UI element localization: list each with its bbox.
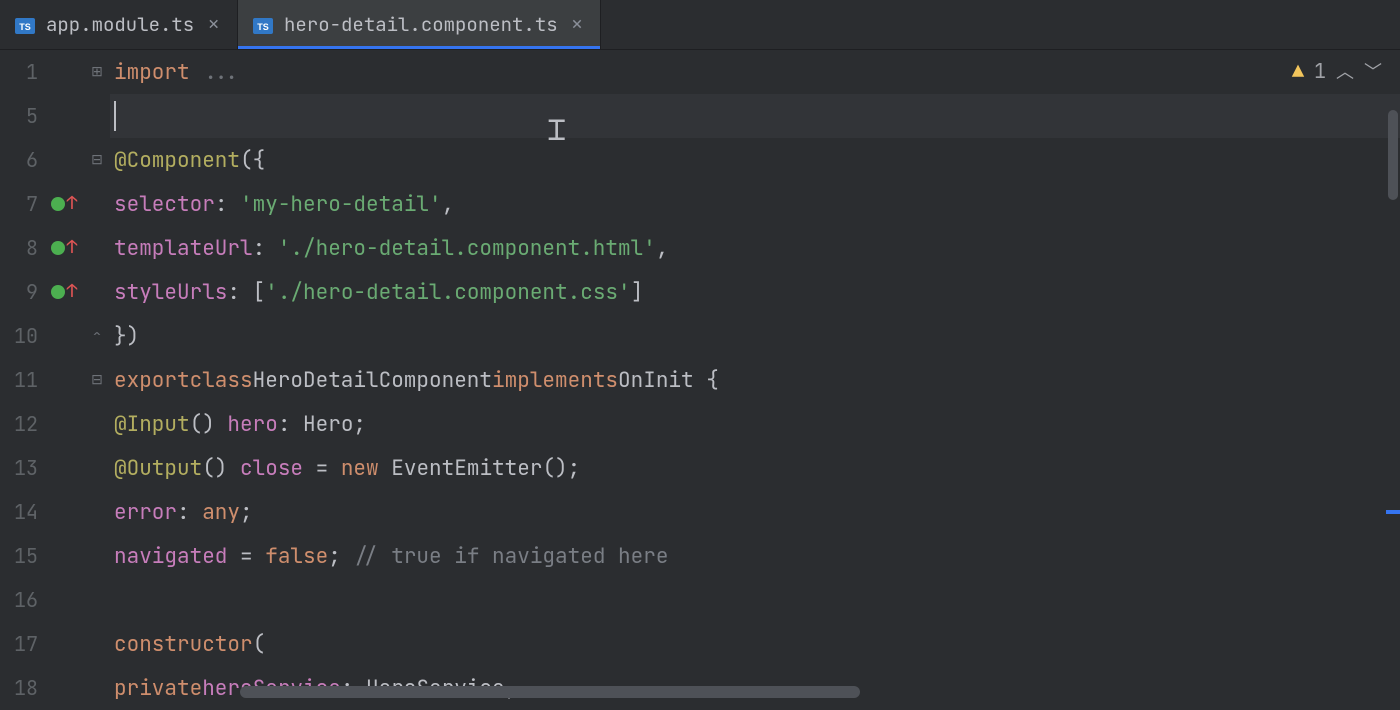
line-number: 17: [0, 631, 44, 657]
fold-end-icon[interactable]: ⌃: [93, 327, 101, 345]
line-number: 13: [0, 455, 44, 481]
line-number: 9: [0, 279, 44, 305]
tab-bar: TS app.module.ts ✕ TS hero-detail.compon…: [0, 0, 1400, 50]
chevron-up-icon[interactable]: ︿: [1336, 58, 1354, 84]
line-number: 16: [0, 587, 44, 613]
warning-count: 1: [1314, 58, 1326, 84]
code-area[interactable]: import ... @Component({ selector: 'my-he…: [110, 50, 1400, 700]
line-number: 6: [0, 147, 44, 173]
tab-label: hero-detail.component.ts: [284, 12, 558, 37]
tab-label: app.module.ts: [46, 12, 194, 37]
vcs-marker[interactable]: ↑: [44, 239, 84, 257]
editor-area: 1⊞ 5 6⊟ 7↑ 8↑ 9↑ 10⌃ 11⊟ 12 13 14 15 16 …: [0, 50, 1400, 700]
line-number: 11: [0, 367, 44, 393]
line-number: 14: [0, 499, 44, 525]
tab-hero-detail[interactable]: TS hero-detail.component.ts ✕: [238, 0, 601, 49]
line-number: 15: [0, 543, 44, 569]
svg-text:TS: TS: [257, 22, 269, 32]
line-number: 5: [0, 103, 44, 129]
line-number: 8: [0, 235, 44, 261]
gutter: 1⊞ 5 6⊟ 7↑ 8↑ 9↑ 10⌃ 11⊟ 12 13 14 15 16 …: [0, 50, 110, 700]
tab-app-module[interactable]: TS app.module.ts ✕: [0, 0, 238, 49]
fold-expand-icon[interactable]: ⊞: [91, 63, 103, 81]
vertical-scrollbar[interactable]: [1386, 50, 1400, 700]
fold-collapse-icon[interactable]: ⊟: [91, 371, 103, 389]
vcs-marker[interactable]: ↑: [44, 283, 84, 301]
inspections-widget[interactable]: ▲ 1 ︿ ﹀: [1292, 58, 1382, 84]
line-number: 18: [0, 675, 44, 701]
caret: [114, 101, 116, 131]
horizontal-scrollbar[interactable]: [240, 686, 860, 698]
vcs-marker[interactable]: ↑: [44, 195, 84, 213]
line-number: 7: [0, 191, 44, 217]
scrollbar-thumb[interactable]: [1388, 110, 1398, 200]
chevron-down-icon[interactable]: ﹀: [1364, 58, 1382, 84]
ts-file-icon: TS: [252, 14, 274, 36]
line-number: 12: [0, 411, 44, 437]
scroll-marker[interactable]: [1386, 510, 1400, 514]
close-icon[interactable]: ✕: [572, 13, 583, 36]
fold-collapse-icon[interactable]: ⊟: [91, 151, 103, 169]
line-number: 10: [0, 323, 44, 349]
close-icon[interactable]: ✕: [208, 13, 219, 36]
warning-icon: ▲: [1292, 58, 1304, 84]
ts-file-icon: TS: [14, 14, 36, 36]
line-number: 1: [0, 59, 44, 85]
current-line[interactable]: [110, 94, 1400, 138]
svg-text:TS: TS: [19, 22, 31, 32]
